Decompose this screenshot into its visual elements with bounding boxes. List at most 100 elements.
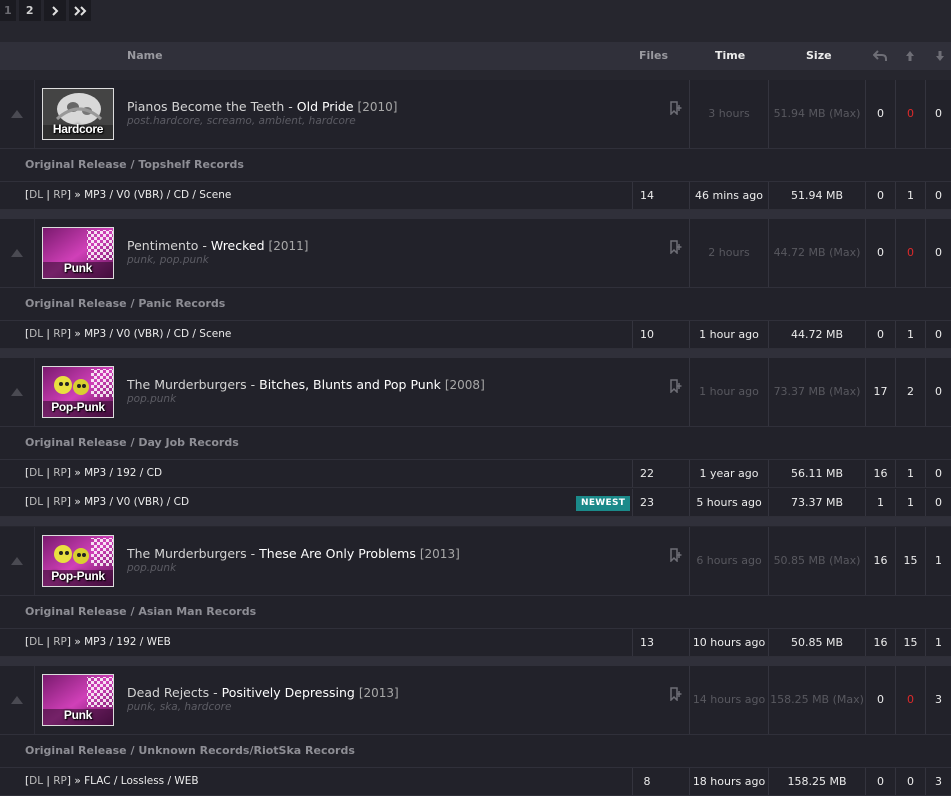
download-link[interactable]: DL [29,496,43,508]
artist-link[interactable]: The Murderburgers [127,377,247,392]
report-link[interactable]: RP [53,496,67,508]
collapse-toggle[interactable] [0,527,35,595]
torrent-format[interactable]: [DL | RP] » FLAC / Lossless / WEB [25,768,199,795]
artist-link[interactable]: Dead Rejects [127,685,209,700]
leechers-column-header[interactable] [935,50,945,62]
torrent-format[interactable]: [DL | RP] » MP3 / V0 (VBR) / CD / Scene [25,182,231,209]
group-seeders: 0 [907,246,914,259]
format-text[interactable]: FLAC / Lossless / WEB [84,775,198,787]
torrent-snatched: 0 [877,189,884,202]
torrent-seeders: 1 [907,328,914,341]
collapse-toggle[interactable] [0,219,35,287]
album-link[interactable]: Wrecked [211,238,265,253]
bookmark-button[interactable] [670,100,682,119]
genre-badge: Punk [63,261,93,275]
table-header: Name Files Time Size [0,42,951,70]
group-leechers: 1 [935,554,942,567]
collapse-toggle[interactable] [0,358,35,426]
page-2-current: 2 [18,0,41,21]
size-column-header[interactable]: Size [806,42,832,70]
artist-link[interactable]: The Murderburgers [127,546,247,561]
group-tags[interactable]: punk, pop.punk [127,254,209,266]
format-text[interactable]: MP3 / 192 / WEB [84,636,171,648]
torrent-seeders: 15 [903,636,918,649]
snatched-column-header[interactable] [872,50,887,62]
double-chevron-right-icon [73,5,87,16]
group-tags[interactable]: pop.punk [127,562,176,574]
album-thumbnail[interactable]: Hardcore [42,88,114,140]
download-link[interactable]: DL [29,775,43,787]
torrent-snatched: 16 [873,636,888,649]
bookmark-button[interactable] [670,378,682,397]
torrent-group: Pop-Punk The Murderburgers - Bitches, Bl… [0,358,951,517]
report-link[interactable]: RP [53,775,67,787]
download-link[interactable]: DL [29,328,43,340]
edition-header[interactable]: Original Release / Asian Man Records [0,595,951,629]
group-time: 3 hours [708,107,750,120]
torrent-size: 44.72 MB [790,328,844,341]
torrent-files: 13 [640,636,654,649]
report-link[interactable]: RP [53,467,67,479]
collapse-arrow-icon [11,557,23,565]
torrent-format[interactable]: [DL | RP] » MP3 / 192 / WEB [25,629,171,656]
download-link[interactable]: DL [29,189,43,201]
torrent-files: 22 [640,467,654,480]
album-thumbnail[interactable]: Pop-Punk [42,366,114,418]
artist-link[interactable]: Pianos Become the Teeth [127,99,284,114]
edition-header[interactable]: Original Release / Day Job Records [0,426,951,460]
time-column-header[interactable]: Time [715,42,745,70]
group-header-row: Punk Dead Rejects - Positively Depressin… [0,666,951,734]
page-1-link[interactable]: 1 [0,0,16,21]
report-link[interactable]: RP [53,636,67,648]
name-column-header[interactable]: Name [127,42,163,70]
report-link[interactable]: RP [53,328,67,340]
seeders-column-header[interactable] [905,50,915,62]
torrent-leechers: 1 [935,636,942,649]
files-column-header[interactable]: Files [639,42,668,70]
next-page-button[interactable] [43,0,66,21]
torrent-time: 18 hours ago [692,775,766,788]
torrent-group: Punk Pentimento - Wrecked [2011] punk, p… [0,219,951,349]
album-link[interactable]: Positively Depressing [222,685,355,700]
album-thumbnail[interactable]: Punk [42,674,114,726]
report-link[interactable]: RP [53,189,67,201]
group-tags[interactable]: pop.punk [127,393,176,405]
album-link[interactable]: Bitches, Blunts and Pop Punk [259,377,441,392]
group-leechers: 0 [935,107,942,120]
collapse-toggle[interactable] [0,666,35,734]
bookmark-button[interactable] [670,547,682,566]
torrent-time: 46 mins ago [695,189,763,202]
album-thumbnail[interactable]: Punk [42,227,114,279]
group-size: 50.85 MB (Max) [773,554,861,567]
collapse-arrow-icon [11,249,23,257]
edition-header[interactable]: Original Release / Topshelf Records [0,148,951,182]
last-page-button[interactable] [68,0,91,21]
torrent-format[interactable]: [DL | RP] » MP3 / V0 (VBR) / CD / Scene [25,321,231,348]
group-tags[interactable]: punk, ska, hardcore [127,701,231,713]
snatched-icon [872,50,887,61]
torrent-format[interactable]: [DL | RP] » MP3 / V0 (VBR) / CD [25,489,189,516]
artist-link[interactable]: Pentimento [127,238,198,253]
download-link[interactable]: DL [29,467,43,479]
torrent-format[interactable]: [DL | RP] » MP3 / 192 / CD [25,460,162,487]
album-link[interactable]: These Are Only Problems [259,546,416,561]
bookmark-add-icon [670,101,682,116]
format-text[interactable]: MP3 / V0 (VBR) / CD [84,496,189,508]
bookmark-button[interactable] [670,239,682,258]
torrent-seeders: 1 [907,189,914,202]
album-thumbnail[interactable]: Pop-Punk [42,535,114,587]
bookmark-button[interactable] [670,686,682,705]
album-link[interactable]: Old Pride [297,99,354,114]
group-seeders: 0 [907,107,914,120]
collapse-toggle[interactable] [0,80,35,148]
format-text[interactable]: MP3 / V0 (VBR) / CD / Scene [84,328,231,340]
group-snatched: 0 [877,693,884,706]
format-text[interactable]: MP3 / 192 / CD [84,467,162,479]
torrent-size: 51.94 MB [790,189,844,202]
group-snatched: 17 [873,385,888,398]
edition-header[interactable]: Original Release / Unknown Records/RiotS… [0,734,951,768]
group-tags[interactable]: post.hardcore, screamo, ambient, hardcor… [127,115,356,127]
format-text[interactable]: MP3 / V0 (VBR) / CD / Scene [84,189,231,201]
edition-header[interactable]: Original Release / Panic Records [0,287,951,321]
download-link[interactable]: DL [29,636,43,648]
